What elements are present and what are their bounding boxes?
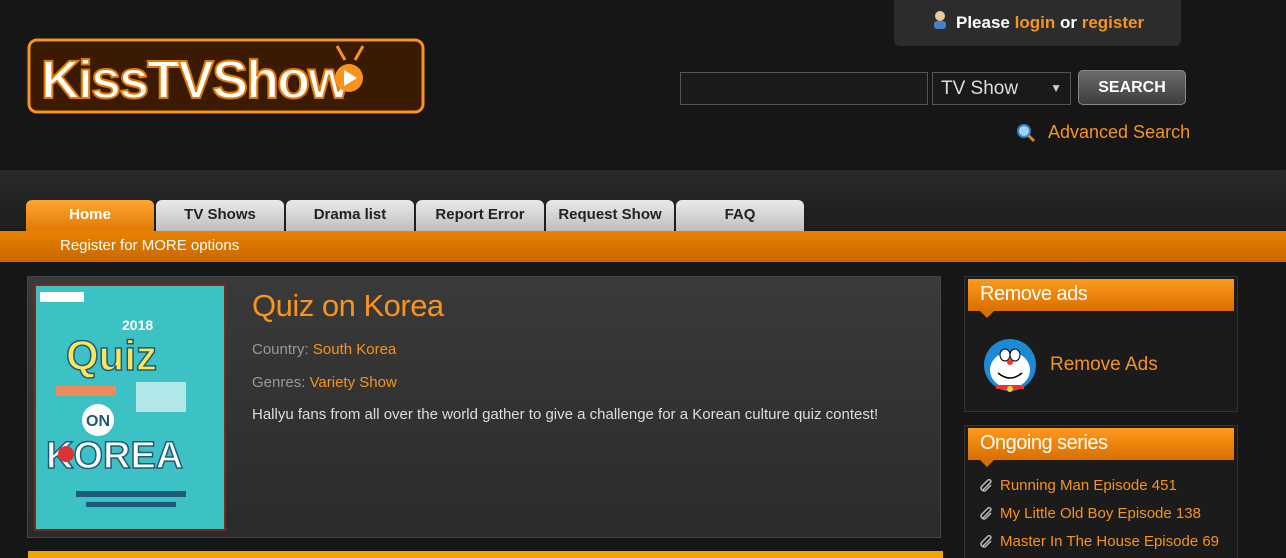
poster-image: 2018 Quiz ON KOREA	[36, 286, 224, 529]
site-logo[interactable]: KissTVShow	[27, 32, 427, 118]
genres-label: Genres:	[252, 374, 306, 391]
register-link[interactable]: register	[1082, 13, 1144, 32]
search-type-value: TV Show	[941, 78, 1019, 99]
remove-ads-title: Remove ads	[980, 283, 1088, 305]
header: KissTVShow Please login or register TV S…	[0, 0, 1286, 170]
ongoing-item-label: Master In The House Episode 69	[1000, 533, 1220, 550]
advanced-search-link[interactable]: Advanced Search	[1016, 122, 1190, 143]
advanced-search-label: Advanced Search	[1048, 122, 1191, 142]
doraemon-icon	[984, 339, 1036, 392]
search-input[interactable]	[680, 72, 928, 105]
remove-ads-label: Remove Ads	[1050, 354, 1158, 375]
country-label: Country:	[252, 341, 309, 358]
search-type-select[interactable]: TV Show ▼	[932, 72, 1071, 105]
tab-drama-list[interactable]: Drama list	[286, 200, 414, 232]
ongoing-series-header: Ongoing series	[968, 428, 1234, 467]
country-link[interactable]: South Korea	[313, 341, 396, 358]
svg-text:KissTVShow: KissTVShow	[41, 50, 351, 110]
login-link[interactable]: login	[1015, 13, 1056, 32]
login-box: Please login or register	[894, 0, 1181, 46]
paperclip-icon	[980, 506, 992, 520]
tab-faq[interactable]: FAQ	[676, 200, 804, 232]
poster-year: 2018	[122, 317, 153, 333]
dropdown-arrow-icon: ▼	[1050, 81, 1062, 95]
register-more-link[interactable]: Register for MORE options	[60, 237, 239, 254]
magnifier-icon	[1017, 123, 1036, 142]
show-poster[interactable]: 2018 Quiz ON KOREA	[34, 284, 226, 531]
remove-ads-header: Remove ads	[968, 279, 1234, 318]
tab-request-show[interactable]: Request Show	[546, 200, 674, 232]
ongoing-item[interactable]: Master In The House Episode 69	[980, 533, 1219, 550]
ongoing-item-label: My Little Old Boy Episode 138	[1000, 505, 1201, 522]
show-description: Hallyu fans from all over the world gath…	[252, 406, 879, 423]
ongoing-series-title: Ongoing series	[980, 432, 1108, 454]
poster-title-quiz: Quiz	[66, 332, 157, 379]
next-panel-header	[28, 551, 943, 558]
search-button[interactable]: SEARCH	[1078, 70, 1186, 105]
tab-report-error[interactable]: Report Error	[416, 200, 544, 232]
tab-home[interactable]: Home	[26, 200, 154, 232]
genres-line: Genres: Variety Show	[252, 374, 397, 391]
genre-link[interactable]: Variety Show	[310, 374, 397, 391]
show-title[interactable]: Quiz on Korea	[252, 288, 444, 324]
login-prompt: Please	[956, 13, 1010, 32]
country-line: Country: South Korea	[252, 341, 396, 358]
user-icon	[934, 11, 946, 29]
ongoing-item[interactable]: Running Man Episode 451	[980, 477, 1177, 494]
remove-ads-link[interactable]: Remove Ads	[982, 337, 1158, 393]
header-notch	[980, 460, 994, 467]
poster-title-on: ON	[86, 413, 110, 430]
ongoing-item[interactable]: My Little Old Boy Episode 138	[980, 505, 1201, 522]
tab-tv-shows[interactable]: TV Shows	[156, 200, 284, 232]
ongoing-item-label: Running Man Episode 451	[1000, 477, 1177, 494]
paperclip-icon	[980, 478, 992, 492]
or-text: or	[1059, 13, 1077, 32]
sub-nav-bar: Register for MORE options	[0, 231, 1286, 262]
paperclip-icon	[980, 534, 992, 548]
header-notch	[980, 311, 994, 318]
